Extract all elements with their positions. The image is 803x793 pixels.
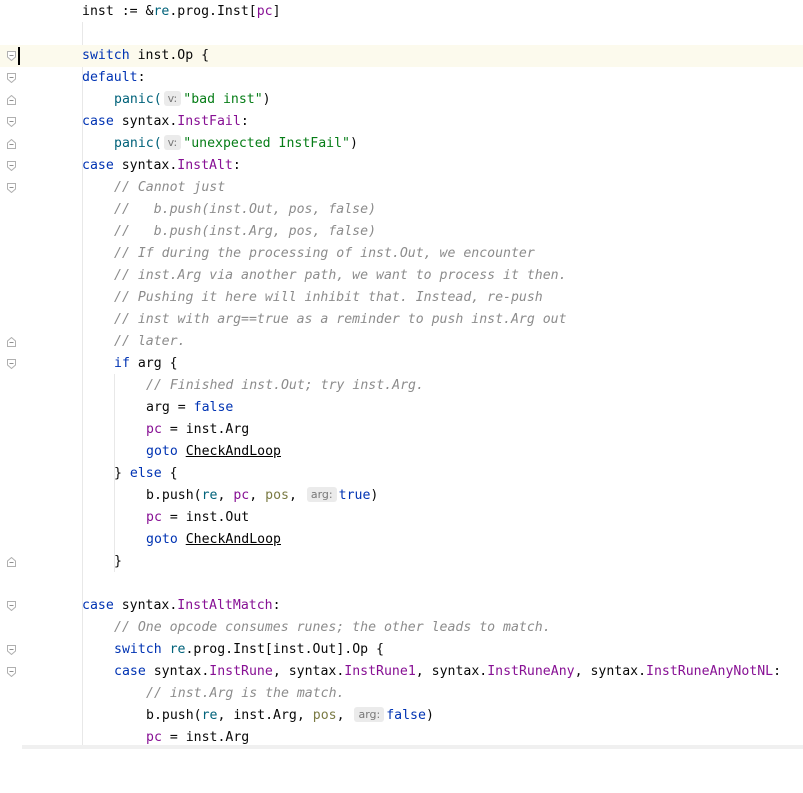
code-line: pc = inst.Arg bbox=[146, 422, 250, 437]
goto-label-link[interactable]: CheckAndLoop bbox=[186, 444, 281, 459]
code-editor[interactable]: inst := &re.prog.Inst[pc] switch inst.Op… bbox=[0, 0, 803, 749]
code-comment: // Cannot just bbox=[0, 177, 803, 199]
fold-end-icon[interactable] bbox=[7, 95, 16, 105]
code-line: if arg { bbox=[0, 353, 803, 375]
code-line: goto CheckAndLoop bbox=[146, 444, 281, 459]
fold-end-icon[interactable] bbox=[7, 557, 16, 567]
code-line: goto CheckAndLoop bbox=[146, 532, 281, 547]
fold-end-icon[interactable] bbox=[7, 337, 16, 347]
code-comment: // Pushing it here will inhibit that. In… bbox=[114, 290, 543, 305]
goto-label-link[interactable]: CheckAndLoop bbox=[186, 532, 281, 547]
code-comment: // later. bbox=[0, 331, 803, 353]
parameter-hint: v: bbox=[163, 135, 182, 150]
code-line: panic(v: "unexpected InstFail") bbox=[0, 133, 803, 155]
fold-collapse-icon[interactable] bbox=[7, 667, 16, 677]
code-comment: // b.push(inst.Arg, pos, false) bbox=[114, 224, 377, 239]
parameter-hint: arg: bbox=[354, 707, 385, 722]
code-comment: // Finished inst.Out; try inst.Arg. bbox=[146, 378, 424, 393]
code-line: inst := &re.prog.Inst[pc] bbox=[82, 4, 281, 19]
code-line: pc = inst.Out bbox=[146, 510, 250, 525]
code-line: } bbox=[0, 551, 803, 573]
code-line: case syntax.InstAlt: bbox=[0, 155, 803, 177]
code-line: } else { bbox=[114, 466, 178, 481]
fold-collapse-icon[interactable] bbox=[7, 601, 16, 611]
fold-collapse-icon[interactable] bbox=[7, 645, 16, 655]
code-comment: // inst.Arg is the match. bbox=[146, 686, 345, 701]
code-comment: // One opcode consumes runes; the other … bbox=[114, 620, 551, 635]
fold-collapse-icon[interactable] bbox=[7, 161, 16, 171]
horizontal-scrollbar[interactable] bbox=[22, 745, 803, 749]
code-line: b.push(re, pc, pos, arg: true) bbox=[146, 487, 379, 503]
code-comment: // b.push(inst.Out, pos, false) bbox=[114, 202, 377, 217]
code-line: case syntax.InstAltMatch: bbox=[0, 595, 803, 617]
fold-end-icon[interactable] bbox=[7, 139, 16, 149]
code-line: default: bbox=[0, 67, 803, 89]
parameter-hint: v: bbox=[163, 91, 182, 106]
fold-collapse-icon[interactable] bbox=[7, 117, 16, 127]
code-line: case syntax.InstRune, syntax.InstRune1, … bbox=[0, 661, 803, 683]
fold-collapse-icon[interactable] bbox=[7, 359, 16, 369]
code-line: case syntax.InstFail: bbox=[0, 111, 803, 133]
fold-collapse-icon[interactable] bbox=[7, 51, 16, 61]
parameter-hint: arg: bbox=[306, 487, 337, 502]
code-comment: // inst with arg==true as a reminder to … bbox=[114, 312, 567, 327]
code-line: panic(v: "bad inst") bbox=[0, 89, 803, 111]
fold-collapse-icon[interactable] bbox=[7, 73, 16, 83]
code-line-current: switch inst.Op { bbox=[0, 45, 803, 67]
code-line: arg = false bbox=[146, 400, 234, 415]
fold-collapse-icon[interactable] bbox=[7, 183, 16, 193]
code-comment: // inst.Arg via another path, we want to… bbox=[114, 268, 567, 283]
code-comment: // If during the processing of inst.Out,… bbox=[114, 246, 535, 261]
text-caret bbox=[18, 47, 20, 65]
code-line: switch re.prog.Inst[inst.Out].Op { bbox=[0, 639, 803, 661]
code-line: b.push(re, inst.Arg, pos, arg: false) bbox=[146, 707, 434, 723]
